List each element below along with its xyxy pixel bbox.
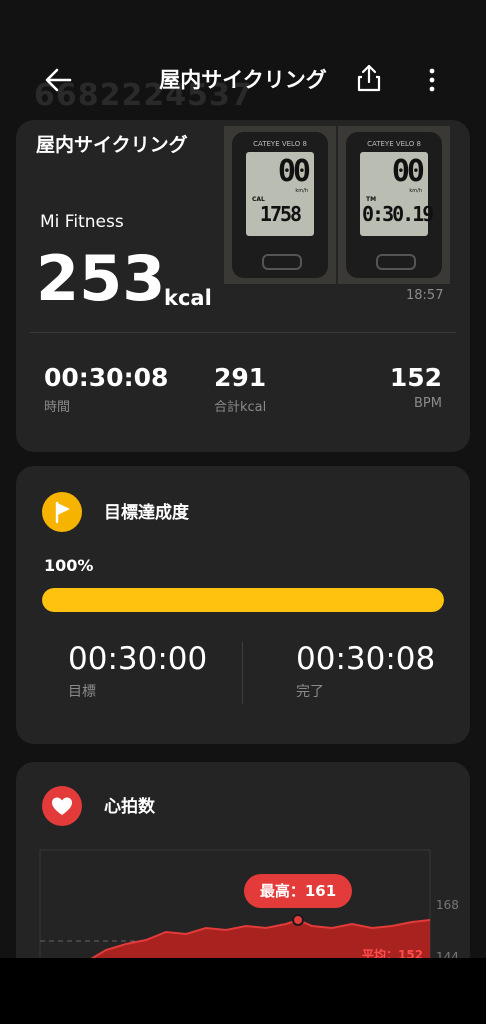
display-reading: 1758	[259, 202, 302, 226]
cyclometer-device: CATEYE VELO 8 00 km/h TM 0:30.19	[346, 132, 442, 278]
goal-progress-bar	[42, 588, 444, 612]
goal-progress-card[interactable]: 目標達成度 100% 00:30:00 目標 00:30:08 完了	[16, 466, 470, 744]
stat-label: 合計kcal	[214, 399, 267, 415]
stat-heart-rate: 152 BPM	[390, 364, 442, 411]
y-tick-label: 144	[436, 950, 459, 958]
goal-icon-badge	[42, 492, 82, 532]
workout-summary-card: 屋内サイクリング CATEYE VELO 8 00 km/h CAL 1758 …	[16, 120, 470, 452]
goal-completed: 00:30:08 完了	[296, 644, 435, 701]
calories-value: 253	[36, 242, 166, 315]
display-reading: 0:30.19	[362, 202, 434, 226]
workout-type-title: 屋内サイクリング	[36, 134, 188, 156]
goal-target-value: 00:30:00	[68, 641, 208, 677]
stat-label: 時間	[44, 399, 71, 415]
display-speed-unit: km/h	[409, 188, 422, 194]
device-button	[262, 254, 302, 270]
y-tick-label: 168	[436, 898, 459, 912]
stat-value: 152	[389, 363, 442, 392]
heart-rate-title: 心拍数	[104, 797, 155, 817]
goal-target: 00:30:00 目標	[68, 644, 207, 701]
heart-icon-badge	[42, 786, 82, 826]
stat-value: 291	[214, 363, 267, 392]
stat-label: BPM	[414, 395, 442, 411]
heart-rate-card[interactable]: 心拍数 最高：161 平均：152 168 144	[16, 762, 470, 958]
workout-time: 18:57	[406, 288, 444, 303]
share-button[interactable]	[354, 62, 384, 94]
share-icon	[357, 64, 381, 92]
goal-completed-label: 完了	[296, 684, 324, 700]
divider	[30, 332, 456, 333]
device-display: 00 km/h TM 0:30.19	[360, 152, 434, 236]
stat-value: 00:30:08	[44, 363, 169, 392]
cyclometer-photo-calories[interactable]: CATEYE VELO 8 00 km/h CAL 1758	[224, 126, 336, 284]
device-button	[376, 254, 416, 270]
goal-percent: 100%	[44, 556, 94, 575]
more-vertical-icon	[429, 68, 435, 92]
goal-progress-fill	[42, 588, 444, 612]
divider	[242, 642, 243, 704]
stat-duration: 00:30:08 時間	[44, 364, 168, 415]
app-screen: 6682224537 屋内サイクリング 屋内サイクリング CATEYE VELO…	[0, 0, 486, 958]
display-speed-unit: km/h	[295, 188, 308, 194]
stat-total-calories: 291 合計kcal	[214, 364, 266, 415]
page-title: 屋内サイクリング	[159, 68, 327, 92]
heart-icon	[52, 797, 72, 815]
goal-title: 目標達成度	[104, 503, 189, 523]
avg-heart-rate-label: 平均：152	[362, 948, 424, 958]
device-brand: CATEYE VELO 8	[253, 140, 307, 148]
more-options-button[interactable]	[420, 64, 444, 96]
max-heart-rate-badge: 最高：161	[244, 874, 352, 908]
display-speed: 00	[391, 154, 425, 189]
cyclometer-photo-time[interactable]: CATEYE VELO 8 00 km/h TM 0:30.19	[338, 126, 450, 284]
cyclometer-device: CATEYE VELO 8 00 km/h CAL 1758	[232, 132, 328, 278]
heart-rate-chart	[39, 849, 431, 958]
data-source-label: Mi Fitness	[40, 212, 124, 232]
flag-icon	[55, 501, 70, 524]
goal-completed-value: 00:30:08	[296, 641, 436, 677]
top-navbar: 屋内サイクリング	[0, 44, 486, 116]
device-display: 00 km/h CAL 1758	[246, 152, 314, 236]
display-speed: 00	[277, 154, 311, 189]
calories-unit: kcal	[164, 286, 212, 310]
goal-target-label: 目標	[68, 684, 96, 700]
device-brand: CATEYE VELO 8	[367, 140, 421, 148]
